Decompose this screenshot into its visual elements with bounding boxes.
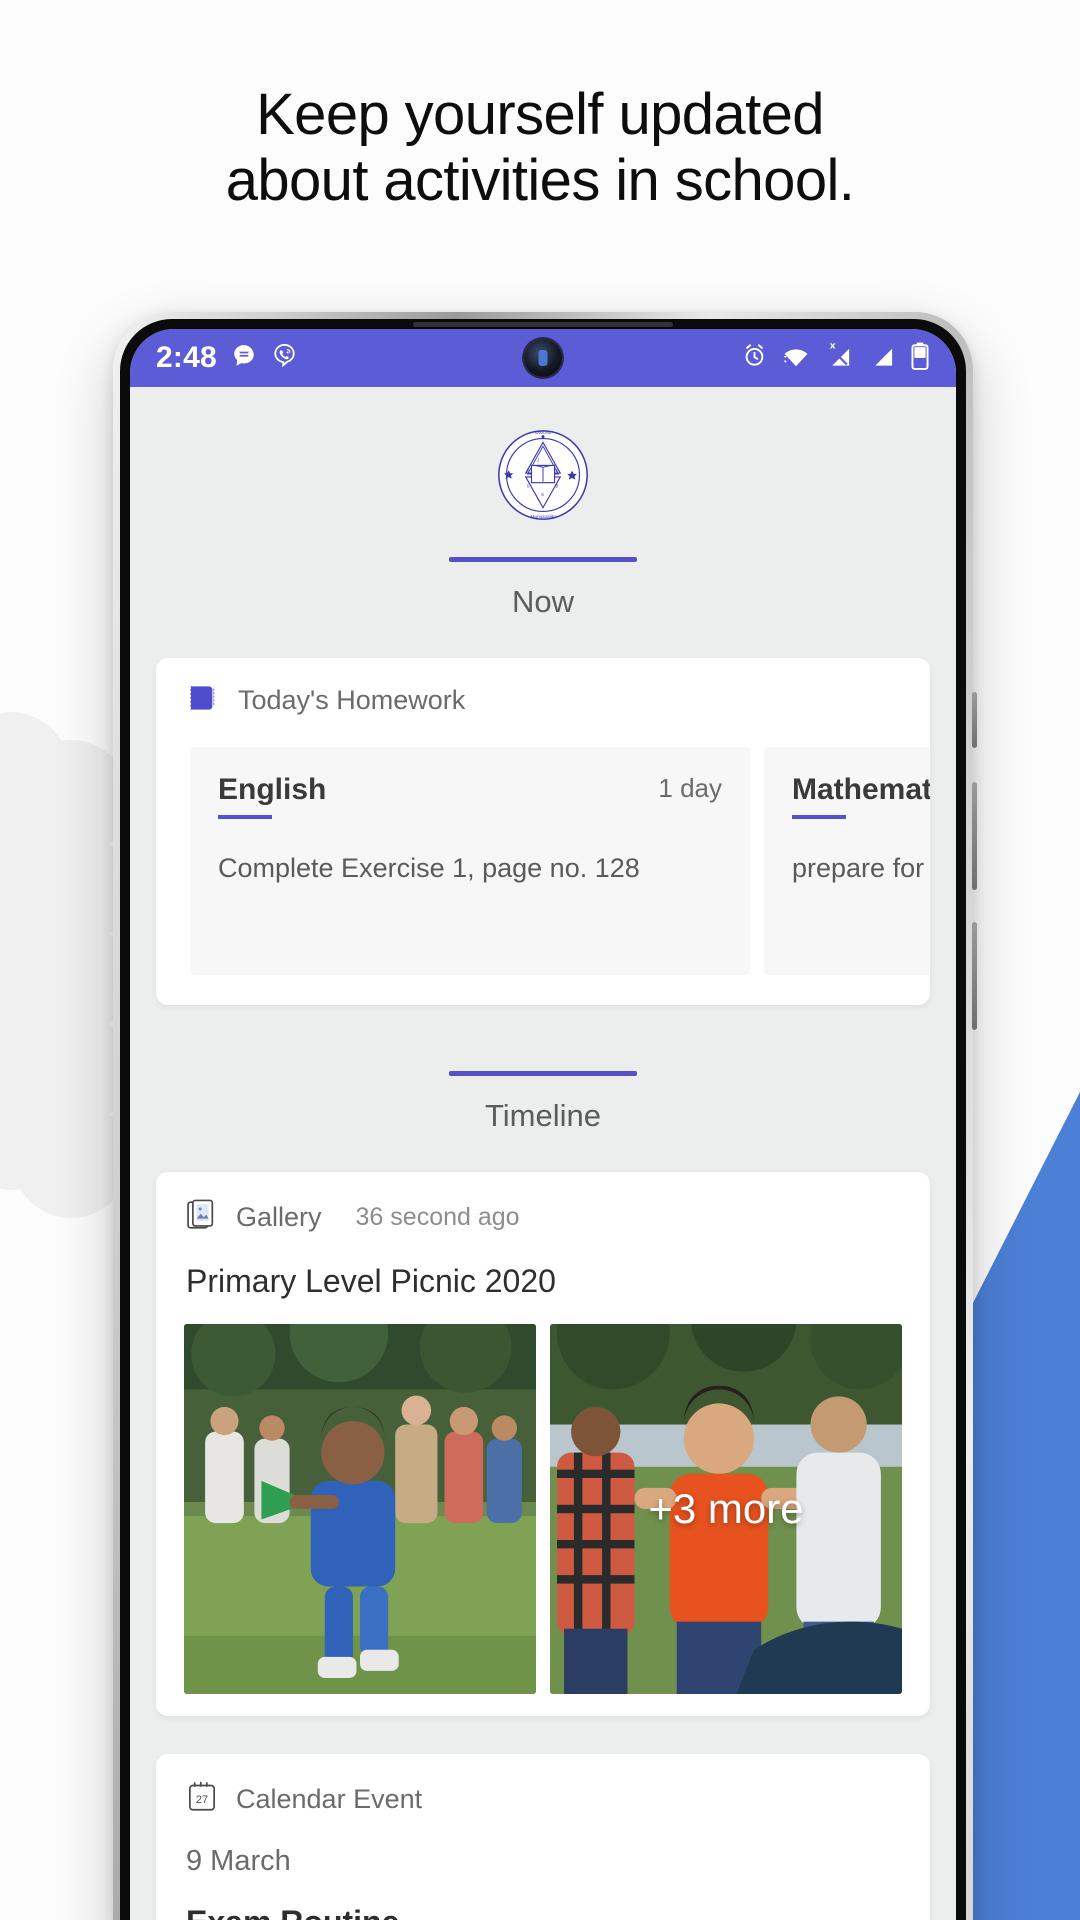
calendar-card-header: 27 Calendar Event <box>156 1780 930 1819</box>
app-logo-container: NAMUNA Municipality J B E S B S <box>130 387 956 523</box>
homework-item[interactable]: English 1 day Complete Exercise 1, page … <box>190 747 750 975</box>
svg-text:S: S <box>541 492 544 497</box>
gallery-more-overlay[interactable]: +3 more <box>550 1324 902 1694</box>
promo-screenshot: Keep yourself updated about activities i… <box>0 0 1080 1920</box>
calendar-event-date: 9 March <box>186 1845 291 1877</box>
gallery-thumbnail-grid: +3 more <box>156 1324 930 1694</box>
app-content: NAMUNA Municipality J B E S B S Now Toda… <box>130 387 956 1920</box>
calendar-event-title: Exam Routine <box>156 1904 930 1920</box>
message-icon <box>231 343 257 374</box>
homework-description: prepare for te <box>792 853 930 883</box>
homework-card-title: Today's Homework <box>238 685 466 715</box>
tab-timeline[interactable]: Timeline <box>130 1071 956 1134</box>
book-icon <box>186 684 220 717</box>
mobile-signal-icon <box>867 342 897 374</box>
alarm-icon <box>741 342 768 374</box>
calendar-icon: 27 <box>186 1780 218 1819</box>
homework-accent-rule <box>218 815 272 819</box>
gallery-thumbnail[interactable] <box>184 1324 536 1694</box>
tab-timeline-label: Timeline <box>485 1098 601 1133</box>
svg-text:B: B <box>527 468 530 473</box>
promo-headline: Keep yourself updated about activities i… <box>0 82 1080 213</box>
svg-text:S: S <box>527 483 530 488</box>
tab-now[interactable]: Now <box>130 557 956 620</box>
homework-item-top: Mathematics <box>792 773 930 807</box>
status-time: 2:48 <box>156 341 217 374</box>
front-camera-punch-hole <box>524 339 562 377</box>
homework-accent-rule <box>792 815 846 819</box>
svg-text:NAMUNA: NAMUNA <box>535 431 552 435</box>
homework-card-header: Today's Homework <box>156 684 930 717</box>
phone-bezel: 2:48 NAMUNA Municipality J B E S B S Now… <box>120 319 966 1920</box>
svg-text:B: B <box>555 483 558 488</box>
viber-call-icon <box>271 342 298 374</box>
homework-item[interactable]: Mathematics prepare for te <box>764 747 930 975</box>
svg-text:27: 27 <box>196 1794 208 1806</box>
svg-text:J: J <box>537 458 539 463</box>
homework-subject: Mathematics <box>792 773 930 806</box>
homework-subject: English <box>218 773 327 806</box>
phone-volume-up-button[interactable] <box>972 782 977 890</box>
calendar-event-card[interactable]: 27 Calendar Event 9 March Exam Routine <box>156 1754 930 1920</box>
phone-screen: 2:48 NAMUNA Municipality J B E S B S Now… <box>130 329 956 1920</box>
earpiece-speaker <box>413 322 673 327</box>
phone-button-top[interactable] <box>972 692 977 748</box>
gallery-thumbnail[interactable]: +3 more <box>550 1324 902 1694</box>
calendar-source-label: Calendar Event <box>236 1784 423 1814</box>
gallery-card-header: Gallery 36 second ago <box>156 1198 930 1237</box>
headline-line-1: Keep yourself updated <box>256 82 824 147</box>
tab-timeline-underline <box>449 1071 637 1076</box>
battery-icon <box>910 342 930 375</box>
homework-due: 1 day <box>658 773 722 803</box>
status-bar: 2:48 <box>130 329 956 387</box>
gallery-icon <box>186 1198 218 1237</box>
homework-description: Complete Exercise 1, page no. 128 <box>218 853 640 883</box>
phone-mockup: 2:48 NAMUNA Municipality J B E S B S Now… <box>113 312 977 1920</box>
homework-item-top: English 1 day <box>218 773 722 807</box>
tab-now-label: Now <box>511 584 574 619</box>
gallery-post-card[interactable]: Gallery 36 second ago Primary Level Picn… <box>156 1172 930 1716</box>
gallery-source-label: Gallery <box>236 1202 322 1232</box>
wifi-icon <box>781 342 811 374</box>
gallery-timestamp: 36 second ago <box>355 1203 520 1231</box>
phone-volume-down-button[interactable] <box>972 922 977 1030</box>
status-bar-left: 2:48 <box>156 341 298 375</box>
status-bar-right <box>741 342 930 375</box>
todays-homework-card[interactable]: Today's Homework English 1 day Complete … <box>156 658 930 1005</box>
svg-text:Municipality: Municipality <box>531 514 557 520</box>
gallery-post-title: Primary Level Picnic 2020 <box>186 1263 556 1299</box>
headline-line-2: about activities in school. <box>225 147 855 213</box>
tab-now-underline <box>449 557 637 562</box>
school-seal-logo: NAMUNA Municipality J B E S B S <box>498 430 588 520</box>
homework-list[interactable]: English 1 day Complete Exercise 1, page … <box>156 747 930 975</box>
mobile-signal-off-icon <box>824 342 854 374</box>
svg-text:E: E <box>555 468 558 473</box>
